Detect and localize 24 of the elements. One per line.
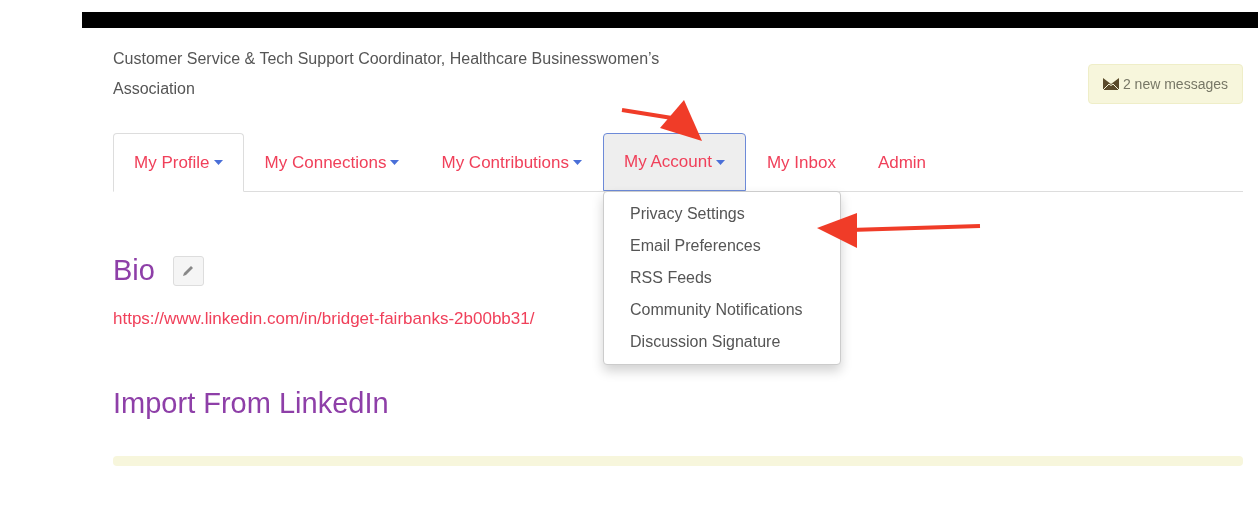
envelope-icon [1102, 78, 1119, 90]
menu-item[interactable]: Privacy Settings [604, 198, 841, 230]
caret-icon [715, 159, 725, 165]
menu-item[interactable]: RSS Feeds [604, 262, 841, 294]
menu-item[interactable]: Community Notifications [604, 294, 841, 326]
section-heading: Import From LinkedIn [113, 387, 390, 420]
caret-icon [390, 160, 400, 165]
caret-icon [213, 160, 223, 165]
profile-link[interactable]: https://www.linkedin.com/in/bridget-fairbanks-2b00bb31/ [113, 309, 535, 329]
nav-tab[interactable]: Admin [856, 133, 948, 192]
nav-tab[interactable]: My Connections [243, 133, 421, 192]
caret-icon [573, 160, 583, 165]
nav-tab[interactable]: My Contributions [420, 133, 604, 192]
nav-tab[interactable]: My Inbox [745, 133, 857, 192]
nav-tab[interactable]: My Profile [113, 133, 244, 192]
section-heading: Bio [113, 254, 155, 287]
menu-item[interactable]: Discussion Signature [604, 326, 841, 358]
pencil-icon [181, 264, 195, 277]
messages-text: 2 new messages [1122, 76, 1228, 92]
edit-button[interactable] [172, 255, 204, 286]
menu-item[interactable]: Email Preferences [604, 230, 841, 262]
nav-tab[interactable]: My Account [603, 133, 746, 191]
messages-notice[interactable]: 2 new messages [1087, 64, 1243, 104]
organization-text: Customer Service & Tech Support Coordinator, Healthcare Businesswomen’s Association [113, 49, 661, 99]
